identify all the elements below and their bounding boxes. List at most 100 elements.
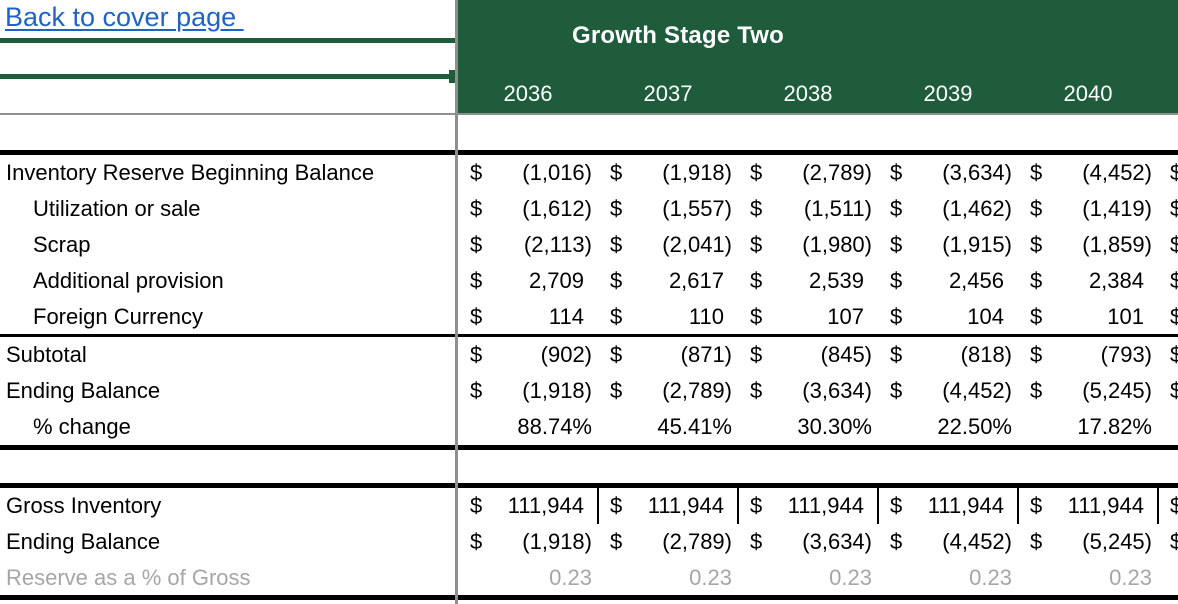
- cell-2036[interactable]: 88.74%: [458, 409, 598, 445]
- row-label[interactable]: Gross Inventory: [0, 493, 458, 519]
- cell-2039[interactable]: $ (4,452): [878, 373, 1018, 409]
- cell-2038[interactable]: $107: [738, 299, 878, 335]
- cell-next-year-partial[interactable]: $: [1158, 524, 1178, 560]
- cell-2040[interactable]: $ (1,419): [1018, 191, 1158, 227]
- cell-2036[interactable]: $2,709: [458, 263, 598, 299]
- cell-2039[interactable]: $ (1,915): [878, 227, 1018, 263]
- dollar-sign: $: [470, 268, 483, 293]
- cell-next-year-partial[interactable]: $: [1158, 263, 1178, 299]
- cell-2037[interactable]: $ (2,789): [598, 524, 738, 560]
- cell-next-year-partial[interactable]: [1158, 560, 1178, 596]
- dollar-sign: $: [750, 160, 763, 185]
- dollar-sign: $: [610, 232, 623, 257]
- table-row-beginning-balance: Inventory Reserve Beginning Balance $ (1,…: [0, 155, 1178, 191]
- year-header-row: 2036 2037 2038 2039 2040: [458, 81, 1158, 107]
- dollar-sign: $: [1030, 304, 1043, 329]
- cell-next-year-partial[interactable]: $: [1158, 155, 1178, 191]
- year-header-2038[interactable]: 2038: [738, 81, 878, 107]
- cell-2039[interactable]: $ (3,634): [878, 155, 1018, 191]
- cell-next-year-partial[interactable]: $: [1158, 488, 1178, 524]
- cell-2038[interactable]: $ (3,634): [738, 524, 878, 560]
- row-label[interactable]: Ending Balance: [0, 378, 458, 404]
- dollar-sign: $: [890, 529, 903, 554]
- row-label[interactable]: % change: [0, 414, 458, 440]
- row-label[interactable]: Additional provision: [0, 268, 458, 294]
- cell-2038[interactable]: 0.23: [738, 560, 878, 596]
- column-gridline: [455, 0, 458, 604]
- cell-next-year-partial[interactable]: $: [1158, 227, 1178, 263]
- cell-2037[interactable]: $ (2,041): [598, 227, 738, 263]
- cell-2036[interactable]: $ (1,016): [458, 155, 598, 191]
- back-to-cover-link[interactable]: Back to cover page: [5, 2, 244, 33]
- cell-2036[interactable]: $ (1,918): [458, 373, 598, 409]
- row-label[interactable]: Scrap: [0, 232, 458, 258]
- cell-2040[interactable]: $111,944: [1018, 488, 1158, 524]
- cell-next-year-partial[interactable]: $: [1158, 191, 1178, 227]
- row-label[interactable]: Ending Balance: [0, 529, 458, 555]
- row-label[interactable]: Foreign Currency: [0, 304, 458, 330]
- cell-2036[interactable]: $ (2,113): [458, 227, 598, 263]
- dollar-sign: $: [470, 196, 483, 221]
- cell-2039[interactable]: 0.23: [878, 560, 1018, 596]
- row-label[interactable]: Subtotal: [0, 342, 458, 368]
- cell-2036[interactable]: $114: [458, 299, 598, 335]
- cell-2036[interactable]: $ (1,918): [458, 524, 598, 560]
- cell-2037[interactable]: $ (1,557): [598, 191, 738, 227]
- cell-2037[interactable]: $2,617: [598, 263, 738, 299]
- cell-2036[interactable]: $ (1,612): [458, 191, 598, 227]
- cell-2038[interactable]: $ (1,980): [738, 227, 878, 263]
- cell-next-year-partial[interactable]: $: [1158, 337, 1178, 373]
- cell-2038[interactable]: 30.30%: [738, 409, 878, 445]
- dollar-sign: $: [610, 529, 623, 554]
- cell-2040[interactable]: 0.23: [1018, 560, 1158, 596]
- cell-2040[interactable]: 17.82%: [1018, 409, 1158, 445]
- cell-2038[interactable]: $111,944: [738, 488, 878, 524]
- row-label[interactable]: Reserve as a % of Gross: [0, 565, 458, 591]
- cell-next-year-partial[interactable]: [1158, 409, 1178, 445]
- year-header-2040[interactable]: 2040: [1018, 81, 1158, 107]
- cell-2040[interactable]: $ (4,452): [1018, 155, 1158, 191]
- cell-2040[interactable]: $2,384: [1018, 263, 1158, 299]
- cell-2037[interactable]: $ (871): [598, 337, 738, 373]
- cell-border: [1157, 488, 1159, 524]
- dollar-sign: $: [1170, 493, 1178, 518]
- cell-2038[interactable]: $ (845): [738, 337, 878, 373]
- cell-2038[interactable]: $2,539: [738, 263, 878, 299]
- year-header-2039[interactable]: 2039: [878, 81, 1018, 107]
- cell-2038[interactable]: $ (2,789): [738, 155, 878, 191]
- cell-2037[interactable]: $110: [598, 299, 738, 335]
- cell-2037[interactable]: $ (1,918): [598, 155, 738, 191]
- cell-2037[interactable]: $111,944: [598, 488, 738, 524]
- cell-2040[interactable]: $ (793): [1018, 337, 1158, 373]
- dollar-sign: $: [610, 304, 623, 329]
- cell-next-year-partial[interactable]: $: [1158, 299, 1178, 335]
- cell-2037[interactable]: $ (2,789): [598, 373, 738, 409]
- cell-2040[interactable]: $ (5,245): [1018, 524, 1158, 560]
- cell-2039[interactable]: $ (4,452): [878, 524, 1018, 560]
- cell-2040[interactable]: $ (5,245): [1018, 373, 1158, 409]
- row-label[interactable]: Inventory Reserve Beginning Balance: [0, 160, 458, 186]
- year-header-2037[interactable]: 2037: [598, 81, 738, 107]
- table-row-utilization: Utilization or sale $ (1,612) $ (1,557) $(…: [0, 191, 1178, 227]
- cell-2038[interactable]: $ (1,511): [738, 191, 878, 227]
- cell-2039[interactable]: $2,456: [878, 263, 1018, 299]
- cell-next-year-partial[interactable]: $: [1158, 373, 1178, 409]
- cell-2037[interactable]: 0.23: [598, 560, 738, 596]
- cell-2039[interactable]: $ (1,462): [878, 191, 1018, 227]
- cell-2040[interactable]: $ (1,859): [1018, 227, 1158, 263]
- cell-2036[interactable]: $111,944: [458, 488, 598, 524]
- cell-2036[interactable]: 0.23: [458, 560, 598, 596]
- dollar-sign: $: [470, 378, 483, 403]
- cell-2039[interactable]: 22.50%: [878, 409, 1018, 445]
- cell-2036[interactable]: $ (902): [458, 337, 598, 373]
- dollar-sign: $: [890, 304, 903, 329]
- section-title[interactable]: Growth Stage Two: [458, 22, 898, 50]
- cell-2040[interactable]: $101: [1018, 299, 1158, 335]
- year-header-2036[interactable]: 2036: [458, 81, 598, 107]
- cell-2037[interactable]: 45.41%: [598, 409, 738, 445]
- cell-2039[interactable]: $104: [878, 299, 1018, 335]
- row-label[interactable]: Utilization or sale: [0, 196, 458, 222]
- cell-2038[interactable]: $ (3,634): [738, 373, 878, 409]
- cell-2039[interactable]: $111,944: [878, 488, 1018, 524]
- cell-2039[interactable]: $ (818): [878, 337, 1018, 373]
